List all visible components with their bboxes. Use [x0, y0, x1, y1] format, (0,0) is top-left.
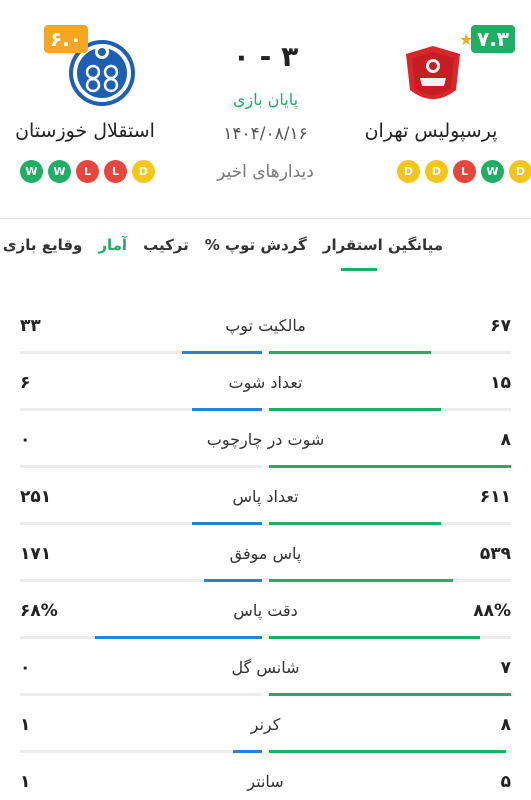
stat-away-value: ۶ [20, 373, 31, 393]
form-badge: W [48, 160, 71, 183]
tab-stats[interactable]: آمار [90, 232, 135, 258]
stat-away-bar-track [20, 351, 262, 354]
tab-average-positions[interactable]: میانگین استقرار [315, 232, 451, 258]
stat-away-value: ۰ [20, 430, 31, 450]
stat-away-value: ۱ [20, 772, 31, 792]
stat-label: تعداد پاس [232, 487, 299, 506]
away-team-name[interactable]: استقلال خوزستان [0, 120, 170, 142]
stat-away-value: ۱۷۱ [20, 544, 52, 564]
stat-home-bar [269, 351, 432, 354]
stat-home-bar-track [269, 408, 511, 411]
form-badge: L [76, 160, 99, 183]
stat-home-bar-track [269, 465, 511, 468]
stat-away-bar-track [20, 465, 262, 468]
tab-lineup[interactable]: ترکیب [135, 232, 197, 258]
form-badge: D [397, 160, 420, 183]
stat-row: ۶۷ مالکیت توپ ۳۳ [0, 300, 531, 358]
stat-away-bar [232, 750, 262, 753]
stat-row: ۸ شوت در چارچوب ۰ [0, 414, 531, 472]
away-rating-badge: ۶.۰ [44, 25, 89, 53]
stat-away-bar [191, 408, 262, 411]
stat-home-bar [269, 465, 511, 468]
stat-away-bar-track [20, 408, 262, 411]
stat-home-bar-track [269, 750, 511, 753]
stat-row: ۱۵ تعداد شوت ۶ [0, 357, 531, 415]
stat-label: شانس گل [231, 658, 300, 677]
stat-away-bar-track [20, 579, 262, 582]
stat-home-bar [269, 693, 511, 696]
home-team-name[interactable]: پرسپولیس تهران [331, 120, 531, 142]
stat-home-bar [269, 408, 441, 411]
stat-row: ۶۱۱ تعداد پاس ۲۵۱ [0, 471, 531, 529]
stat-row: ۷ شانس گل ۰ [0, 642, 531, 700]
active-tab-indicator [341, 268, 377, 271]
away-form-list: W W L L D [20, 160, 155, 183]
stat-label: سانتر [247, 772, 284, 791]
recent-matches-label: دیدارهای اخیر [217, 162, 314, 182]
stat-row: ۵۳۹ پاس موفق ۱۷۱ [0, 528, 531, 586]
stat-label: کرنر [250, 715, 281, 734]
stat-away-value: ۲۵۱ [20, 487, 52, 507]
stat-home-bar-track [269, 636, 511, 639]
stat-home-bar [269, 750, 507, 753]
stat-away-bar [203, 579, 262, 582]
stat-away-value: ۱ [20, 715, 31, 735]
stat-away-bar-track [20, 750, 262, 753]
form-badge: L [104, 160, 127, 183]
form-badge: D [132, 160, 155, 183]
stat-row: ۸ کرنر ۱ [0, 699, 531, 757]
form-badge: D [425, 160, 448, 183]
stat-label: مالکیت توپ [225, 316, 306, 335]
match-tabs: وقایع بازی آمار ترکیب گردش توپ % میانگین… [0, 232, 451, 258]
stat-away-value: ۳۳ [20, 316, 41, 336]
tab-events[interactable]: وقایع بازی [0, 232, 90, 258]
stat-away-bar [182, 351, 262, 354]
stat-row: ۵ سانتر ۱ [0, 756, 531, 800]
stat-away-bar-track [20, 693, 262, 696]
form-badge: L [453, 160, 476, 183]
stat-away-value: ۰ [20, 658, 31, 678]
match-header: ★ ۷.۳ پرسپولیس تهران D D L W D ۳ - ۰ پای… [0, 0, 531, 220]
stat-home-bar [269, 636, 480, 639]
stat-home-bar [269, 522, 441, 525]
tab-ball-possession-flow[interactable]: گردش توپ % [197, 232, 315, 258]
home-form-list: D D L W D [397, 160, 531, 183]
form-badge: W [20, 160, 43, 183]
home-rating-badge: ۷.۳ [471, 25, 516, 53]
stat-label: پاس موفق [229, 544, 302, 563]
stat-away-bar [191, 522, 262, 525]
form-badge: D [509, 160, 531, 183]
stat-label: شوت در چارچوب [206, 430, 325, 449]
stat-label: تعداد شوت [228, 373, 303, 392]
stat-home-bar-track [269, 522, 511, 525]
form-badge: W [481, 160, 504, 183]
match-score: ۳ - ۰ [232, 40, 299, 73]
stat-label: دقت پاس [233, 601, 298, 620]
stat-away-bar-track [20, 522, 262, 525]
stat-row: ۸۸% دقت پاس ۶۸% [0, 585, 531, 643]
stat-away-value: ۶۸% [20, 601, 58, 621]
stat-home-bar-track [269, 351, 511, 354]
match-status: پایان بازی [232, 90, 299, 109]
stat-away-bar-track [20, 636, 262, 639]
stat-home-bar [269, 579, 453, 582]
stat-home-bar-track [269, 693, 511, 696]
header-divider [0, 218, 531, 219]
stat-away-bar [95, 636, 262, 639]
match-date: ۱۴۰۴/۰۸/۱۶ [223, 124, 308, 144]
stat-home-bar-track [269, 579, 511, 582]
home-team-logo [398, 38, 468, 108]
